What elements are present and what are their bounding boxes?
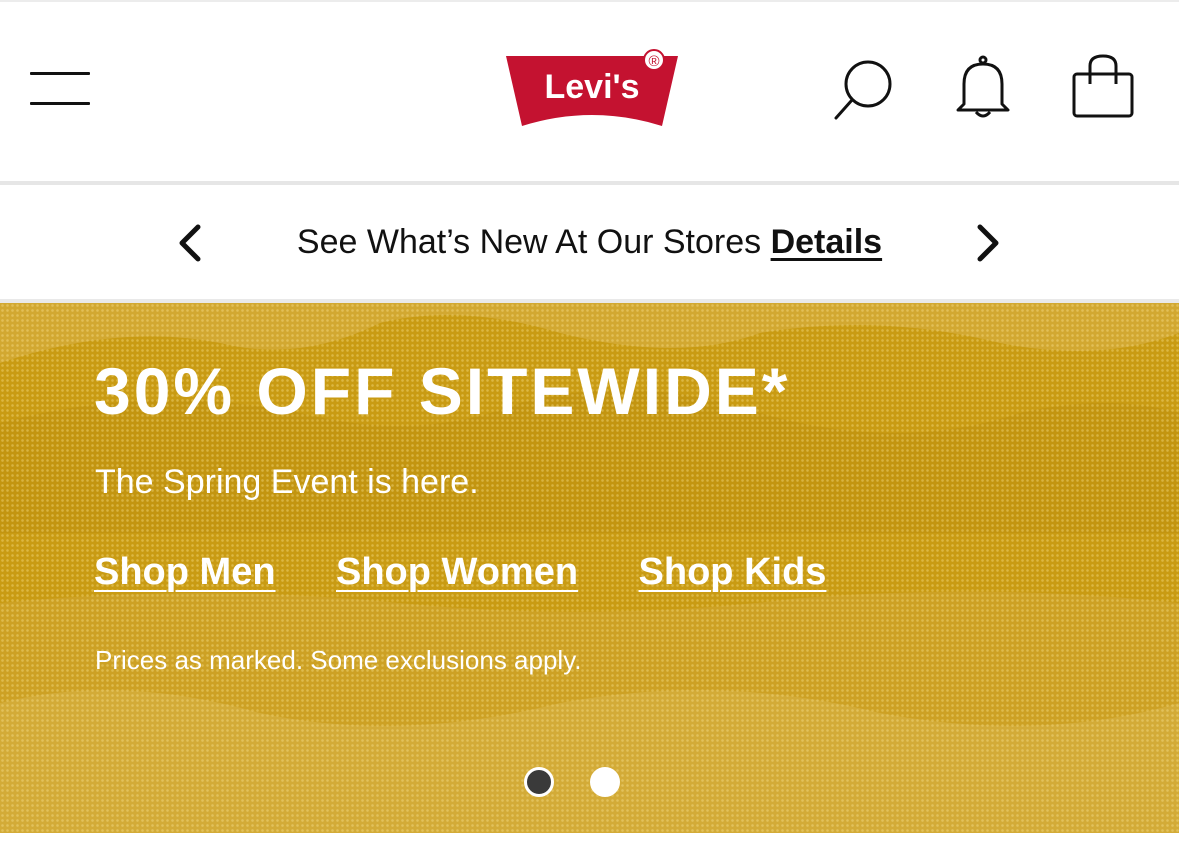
promo-next-button[interactable] <box>970 223 1006 263</box>
promo-message: See What’s New At Our Stores Details <box>200 219 979 265</box>
menu-icon-line <box>30 72 90 75</box>
registered-mark: ® <box>648 53 659 70</box>
hero-title: 30% OFF SITEWIDE* <box>94 354 791 428</box>
search-button[interactable] <box>830 58 900 124</box>
carousel-dot[interactable] <box>590 767 620 797</box>
shop-kids-link[interactable]: Shop Kids <box>639 551 827 594</box>
page-bottom <box>0 833 1179 857</box>
shop-men-link[interactable]: Shop Men <box>94 551 276 594</box>
app-header: Levi's ® <box>0 0 1179 183</box>
bell-icon <box>956 55 1010 118</box>
levis-logo-icon: Levi's ® <box>506 49 678 126</box>
hero-disclaimer: Prices as marked. Some exclusions apply. <box>95 645 582 675</box>
levis-logo[interactable]: Levi's ® <box>500 46 684 132</box>
hero-banner[interactable]: 30% OFF SITEWIDE* The Spring Event is he… <box>0 303 1179 833</box>
promo-banner: See What’s New At Our Stores Details <box>0 185 1179 299</box>
shopping-bag-icon <box>1072 54 1134 118</box>
carousel-dot-active[interactable] <box>524 767 554 797</box>
notifications-button[interactable] <box>952 54 1014 120</box>
logo-text: Levi's <box>544 68 639 106</box>
shopping-bag-button[interactable] <box>1068 52 1138 120</box>
search-icon <box>834 60 892 120</box>
promo-message-text: See What’s New At Our Stores <box>296 223 762 261</box>
shop-women-link[interactable]: Shop Women <box>336 551 578 594</box>
shop-links: Shop Men Shop Women Shop Kids <box>94 551 882 601</box>
chevron-right-icon <box>977 224 999 262</box>
hero-subtitle: The Spring Event is here. <box>95 463 479 501</box>
promo-details-link[interactable]: Details <box>771 223 883 261</box>
menu-icon-line <box>30 102 90 105</box>
menu-button[interactable] <box>28 68 92 110</box>
